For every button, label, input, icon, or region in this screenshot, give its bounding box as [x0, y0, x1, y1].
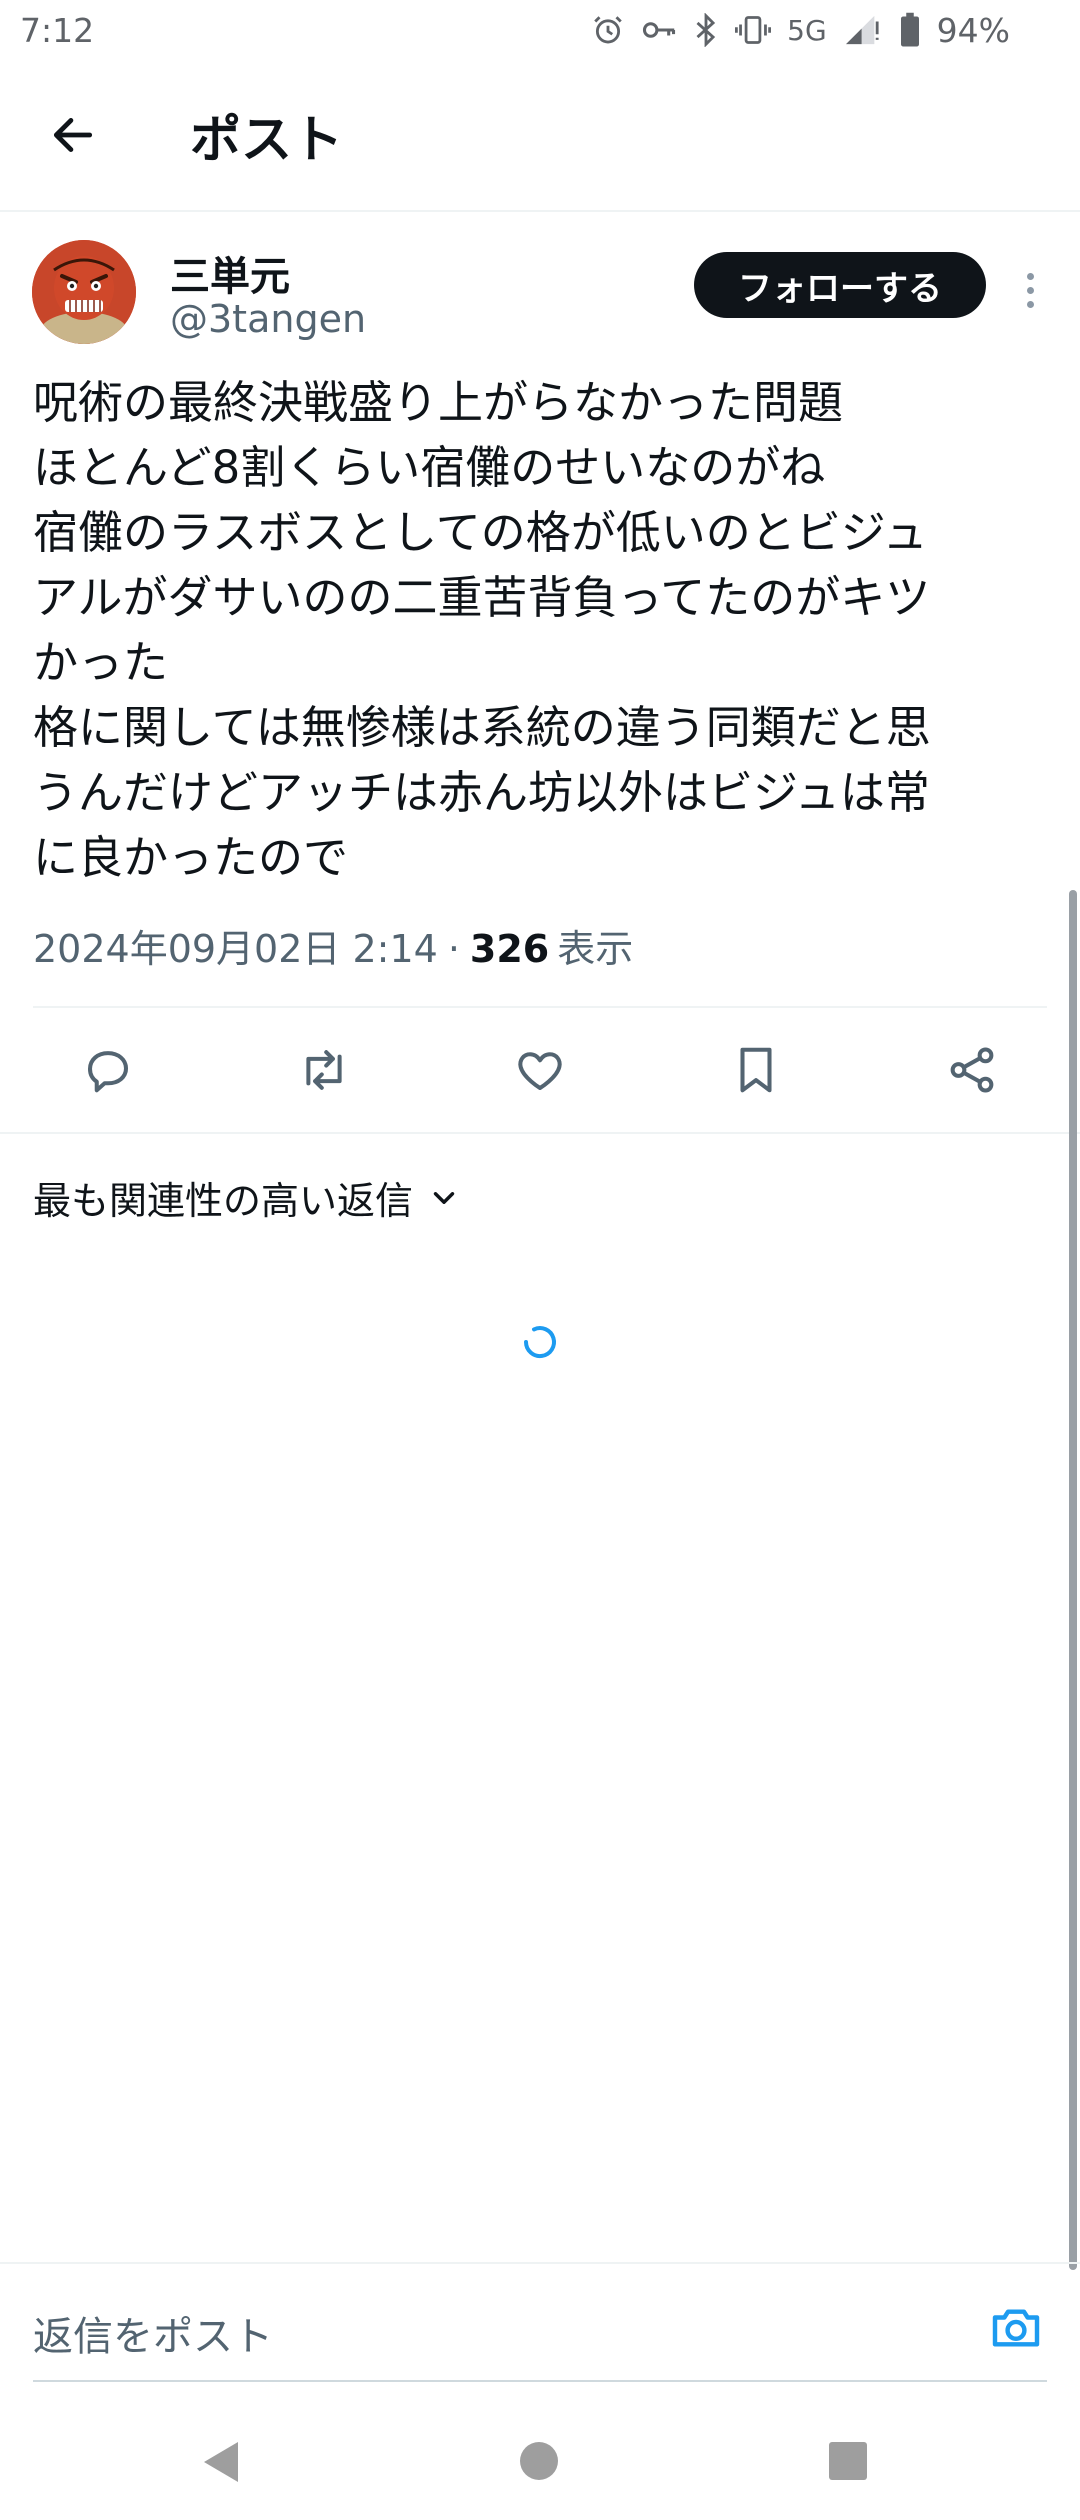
author-handle[interactable]: @3tangen [170, 297, 366, 341]
camera-icon [992, 2309, 1040, 2347]
reply-composer: 返信をポスト [0, 2262, 1080, 2394]
repost-button[interactable] [284, 1030, 364, 1110]
nav-recents-icon[interactable] [829, 2442, 867, 2480]
replies-sort-dropdown[interactable]: 最も関連性の高い返信 [33, 1170, 461, 1225]
post-timestamp[interactable]: 2024年09月02日 2:14 [33, 918, 438, 973]
share-icon [950, 1047, 994, 1093]
post-text-line: 宿儺のラスボスとしての格が低いのとビジュ [33, 506, 928, 559]
battery-level: 94% [936, 10, 1010, 50]
like-icon [518, 1052, 562, 1091]
avatar[interactable] [32, 240, 136, 344]
reply-icon [87, 1051, 129, 1093]
nav-home-icon[interactable] [520, 2442, 558, 2480]
chevron-down-icon [433, 1191, 455, 1204]
page-title: ポスト [190, 111, 344, 170]
views-count[interactable]: 326 [470, 927, 549, 971]
camera-button[interactable] [984, 2296, 1048, 2360]
battery-icon [899, 12, 921, 48]
scrollbar[interactable] [1069, 890, 1077, 2270]
network-label: 5G [787, 13, 827, 47]
screen: 7:12 5G 94% ポスト 三単元 @3tangen フォローする 呪術の最… [0, 0, 1080, 2520]
post-actions [0, 1010, 1080, 1130]
back-button[interactable] [36, 98, 110, 172]
alarm-icon [591, 13, 625, 47]
divider [33, 1006, 1047, 1008]
status-time: 7:12 [20, 10, 95, 50]
author-name[interactable]: 三単元 [170, 244, 290, 302]
more-dot-icon [1026, 300, 1034, 308]
nav-back-icon[interactable] [200, 2440, 240, 2484]
post-text-line: かった [33, 636, 169, 689]
more-dot-icon [1026, 286, 1034, 294]
status-icons: 5G 94% [591, 11, 1010, 50]
vpn-key-icon [641, 13, 677, 47]
system-nav-bar [0, 2400, 1080, 2520]
meta-separator: · [447, 927, 460, 971]
header: ポスト [0, 60, 1080, 212]
signal-icon [843, 13, 883, 47]
views-label: 表示 [557, 927, 634, 971]
reply-input-underline [33, 2380, 1047, 2382]
bluetooth-icon [693, 13, 719, 47]
follow-button[interactable]: フォローする [694, 252, 986, 318]
more-options-button[interactable] [1010, 260, 1050, 320]
post-text-line: に良かったので [33, 831, 349, 884]
post-text-line: うんだけどアッチは赤ん坊以外はビジュは常 [33, 766, 930, 819]
post-text-line: アルがダサいのの二重苦背負ってたのがキツ [33, 571, 931, 624]
replies-sort-label: 最も関連性の高い返信 [33, 1179, 414, 1223]
arrow-left-icon [53, 118, 93, 152]
divider [0, 1132, 1080, 1134]
post-text-line: 格に関しては無惨様は系統の違う同類だと思 [33, 701, 931, 754]
more-dot-icon [1026, 272, 1034, 280]
bookmark-button[interactable] [716, 1030, 796, 1110]
like-button[interactable] [500, 1030, 580, 1110]
loading-spinner-icon [520, 1322, 560, 1362]
status-bar: 7:12 5G 94% [0, 0, 1080, 60]
repost-icon [306, 1050, 342, 1090]
post-meta: 2024年09月02日 2:14 · 326 表示 [33, 918, 1033, 973]
author-row: 三単元 @3tangen フォローする [0, 210, 1080, 360]
vibrate-icon [735, 13, 772, 47]
post-text-line: ほとんど8割くらい宿儺のせいなのがね [33, 441, 826, 494]
share-button[interactable] [932, 1030, 1012, 1110]
reply-input[interactable]: 返信をポスト [33, 2304, 273, 2362]
bookmark-icon [740, 1047, 772, 1093]
post-text-line: 呪術の最終決戦盛り上がらなかった問題 [33, 376, 844, 429]
reply-button[interactable] [68, 1030, 148, 1110]
post-text: 呪術の最終決戦盛り上がらなかった問題 ほとんど8割くらい宿儺のせいなのがね 宿儺… [33, 370, 1053, 890]
